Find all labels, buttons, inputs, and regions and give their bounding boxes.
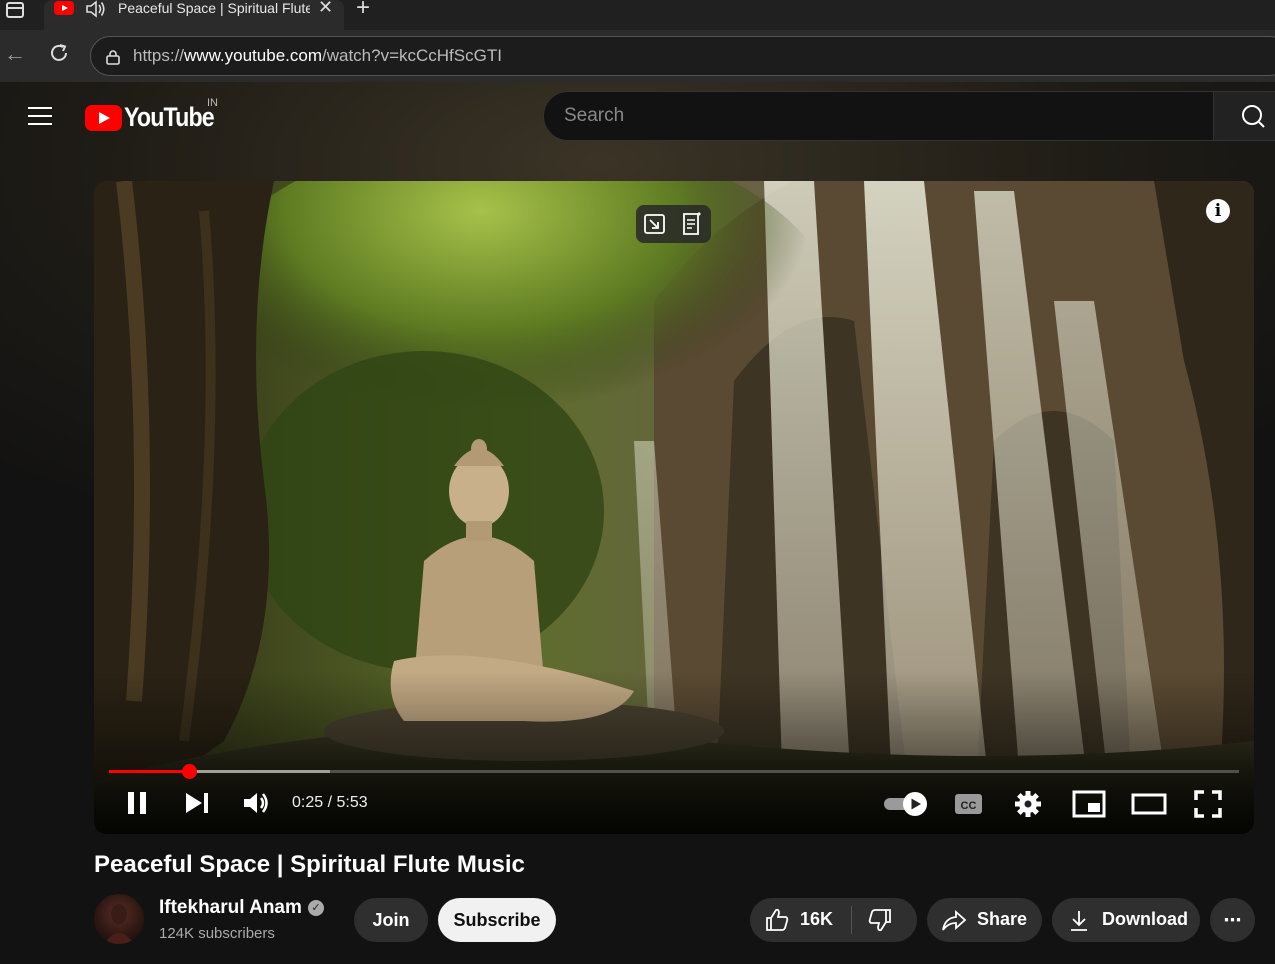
download-icon (1071, 911, 1087, 931)
info-icon[interactable]: i (1206, 199, 1230, 223)
verified-icon: ✓ (308, 900, 324, 916)
miniplayer-icon[interactable] (1071, 789, 1107, 819)
fullscreen-icon[interactable] (1192, 788, 1224, 820)
pause-icon[interactable] (120, 786, 156, 822)
browser-address-bar: ← https://www.youtube.com/watch?v=kcCcHf… (0, 30, 1275, 82)
country-code: IN (207, 97, 218, 109)
share-label: Share (977, 909, 1028, 929)
share-icon (942, 909, 967, 931)
logo-text: YouTube (124, 102, 215, 132)
close-icon[interactable]: ✕ (318, 0, 333, 18)
search-button[interactable] (1213, 91, 1275, 141)
more-icon[interactable]: ⋯ (1210, 898, 1255, 942)
captions-label: CC (961, 800, 977, 812)
speaker-icon[interactable] (84, 0, 108, 25)
lock-icon[interactable] (105, 49, 120, 65)
captions-icon[interactable]: CC (953, 791, 985, 817)
search-input[interactable]: Search (543, 91, 1215, 141)
download-label: Download (1102, 909, 1188, 929)
time-display: 0:25 / 5:53 (292, 794, 368, 811)
window-icon[interactable] (6, 2, 24, 18)
volume-icon[interactable] (238, 786, 274, 822)
video-title: Peaceful Space | Spiritual Flute Music (94, 851, 525, 878)
autoplay-toggle-icon[interactable] (882, 789, 930, 819)
menu-icon[interactable] (28, 107, 52, 125)
search-placeholder: Search (564, 105, 625, 126)
video-player[interactable] (94, 181, 1254, 834)
join-button[interactable]: Join (354, 898, 428, 942)
dislike-icon[interactable] (866, 906, 894, 934)
youtube-logo-icon (85, 105, 122, 131)
back-icon[interactable]: ← (4, 41, 26, 67)
player-top-actions (636, 205, 711, 243)
youtube-favicon (54, 1, 74, 15)
settings-icon[interactable] (1012, 788, 1044, 820)
url-field[interactable]: https://www.youtube.com/watch?v=kcCcHfSc… (90, 36, 1275, 76)
miniplayer-switch-icon[interactable] (644, 214, 665, 234)
like-divider (851, 906, 852, 934)
next-icon[interactable] (180, 786, 216, 822)
url-host: www.youtube.com (184, 46, 322, 65)
progress-played (109, 770, 190, 773)
url-path: /watch?v=kcCcHfScGTI (321, 46, 502, 65)
plus-icon[interactable]: + (356, 0, 370, 22)
reload-icon[interactable] (48, 42, 70, 64)
theater-icon[interactable] (1130, 791, 1168, 817)
notes-icon[interactable] (683, 212, 701, 235)
browser-tab[interactable]: Peaceful Space | Spiritual Flute Music -… (44, 0, 344, 30)
like-icon[interactable] (763, 906, 791, 934)
tab-title: Peaceful Space | Spiritual Flute Music -… (118, 0, 310, 16)
subscriber-count: 124K subscribers (159, 925, 275, 942)
url-scheme: https:// (133, 46, 185, 65)
subscribe-button[interactable]: Subscribe (438, 898, 556, 942)
like-count[interactable]: 16K (800, 909, 833, 930)
avatar[interactable] (94, 894, 144, 944)
url-text[interactable]: https://www.youtube.com/watch?v=kcCcHfSc… (133, 46, 502, 66)
channel-name[interactable]: Iftekharul Anam (159, 897, 302, 919)
browser-tab-bar: Peaceful Space | Spiritual Flute Music -… (0, 0, 1275, 30)
search-icon (1242, 105, 1265, 128)
video-frame[interactable] (94, 181, 1254, 834)
